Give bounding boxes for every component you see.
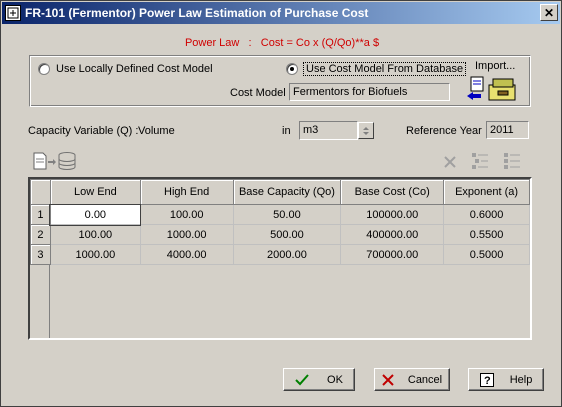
table-cell[interactable]: 50.00 bbox=[232, 204, 342, 225]
ok-button[interactable]: OK bbox=[283, 368, 355, 391]
svg-text:?: ? bbox=[484, 375, 491, 387]
row-number: 1 bbox=[30, 204, 51, 225]
row-number: 2 bbox=[30, 224, 51, 245]
radio-local-label[interactable]: Use Locally Defined Cost Model bbox=[56, 63, 213, 75]
corner-cell bbox=[30, 179, 51, 205]
unit-dropdown-button[interactable] bbox=[358, 122, 374, 139]
table-cell[interactable]: 100000.00 bbox=[340, 204, 445, 225]
table-cell[interactable]: 0.00 bbox=[49, 203, 142, 226]
table-cell[interactable]: 1000.00 bbox=[139, 224, 234, 245]
reference-year-label: Reference Year bbox=[406, 125, 482, 137]
reference-year-field[interactable]: 2011 bbox=[486, 121, 529, 139]
capacity-variable-value: Volume bbox=[138, 125, 175, 137]
copy-to-database-icon[interactable] bbox=[31, 151, 79, 171]
table-cell[interactable]: 1000.00 bbox=[49, 244, 141, 265]
power-law-expression: Cost = Co x (Q/Qo)**a $ bbox=[260, 37, 380, 49]
cost-grid: Low End High End Base Capacity (Qo) Base… bbox=[30, 179, 530, 265]
table-header-row: Low End High End Base Capacity (Qo) Base… bbox=[30, 179, 530, 205]
help-button[interactable]: ? Help bbox=[468, 368, 544, 391]
table-row: 1 0.00 100.00 50.00 100000.00 0.6000 bbox=[30, 203, 530, 226]
power-law-separator: : bbox=[248, 37, 252, 49]
table-cell[interactable]: 0.5500 bbox=[443, 224, 530, 245]
dialog-window: FR-101 (Fermentor) Power Law Estimation … bbox=[0, 0, 562, 407]
table-cell[interactable]: 0.6000 bbox=[443, 204, 530, 225]
close-icon: ✕ bbox=[543, 5, 555, 20]
cancel-label: Cancel bbox=[407, 373, 443, 386]
insert-row-icon[interactable] bbox=[469, 151, 491, 171]
checkmark-icon bbox=[295, 373, 309, 385]
cost-model-field: Fermentors for Biofuels bbox=[289, 83, 450, 101]
row-number: 3 bbox=[30, 244, 51, 265]
table-cell[interactable]: 2000.00 bbox=[232, 244, 342, 265]
cost-model-label: Cost Model bbox=[230, 87, 286, 99]
radio-local-circle[interactable] bbox=[38, 63, 50, 75]
table-cell[interactable]: 400000.00 bbox=[340, 224, 445, 245]
title-bar: FR-101 (Fermentor) Power Law Estimation … bbox=[2, 2, 560, 24]
column-header: Base Capacity (Qo) bbox=[232, 179, 342, 205]
table-cell[interactable]: 700000.00 bbox=[340, 244, 445, 265]
unit-in-label: in bbox=[282, 125, 291, 137]
radio-database-circle[interactable] bbox=[286, 63, 298, 75]
delete-row-icon[interactable] bbox=[441, 153, 459, 171]
radio-local-model[interactable]: Use Locally Defined Cost Model bbox=[38, 63, 213, 75]
column-header: Low End bbox=[49, 179, 141, 205]
table-cell[interactable]: 4000.00 bbox=[139, 244, 234, 265]
import-database-icon[interactable] bbox=[465, 75, 521, 103]
column-header: Base Cost (Co) bbox=[340, 179, 445, 205]
table-cell[interactable]: 100.00 bbox=[139, 204, 234, 225]
column-header: High End bbox=[139, 179, 234, 205]
ok-label: OK bbox=[327, 373, 343, 386]
window-title: FR-101 (Fermentor) Power Law Estimation … bbox=[25, 6, 369, 20]
power-law-formula: Power Law : Cost = Co x (Q/Qo)**a $ bbox=[1, 37, 562, 49]
unit-select[interactable]: m3 bbox=[299, 121, 358, 140]
table-cell[interactable]: 500.00 bbox=[232, 224, 342, 245]
cost-table: Low End High End Base Capacity (Qo) Base… bbox=[28, 177, 532, 340]
help-label: Help bbox=[509, 373, 533, 386]
table-cell[interactable]: 100.00 bbox=[49, 224, 141, 245]
append-row-icon[interactable] bbox=[501, 151, 523, 171]
spinner-icon bbox=[363, 126, 369, 135]
close-button[interactable]: ✕ bbox=[540, 4, 558, 21]
radio-database-model[interactable]: Use Cost Model From Database bbox=[286, 62, 467, 76]
app-icon bbox=[5, 5, 21, 21]
help-icon: ? bbox=[479, 372, 494, 387]
column-header: Exponent (a) bbox=[443, 179, 530, 205]
power-law-label: Power Law bbox=[184, 37, 240, 49]
import-label[interactable]: Import... bbox=[475, 60, 515, 72]
table-row: 3 1000.00 4000.00 2000.00 700000.00 0.50… bbox=[30, 244, 530, 265]
radio-database-label[interactable]: Use Cost Model From Database bbox=[302, 62, 467, 76]
cost-model-group: Use Locally Defined Cost Model Use Cost … bbox=[29, 55, 531, 107]
capacity-variable-label: Capacity Variable (Q) : bbox=[28, 125, 139, 137]
cancel-x-icon bbox=[382, 373, 394, 386]
table-cell[interactable]: 0.5000 bbox=[443, 244, 530, 265]
table-row: 2 100.00 1000.00 500.00 400000.00 0.5500 bbox=[30, 224, 530, 245]
cancel-button[interactable]: Cancel bbox=[374, 368, 450, 391]
